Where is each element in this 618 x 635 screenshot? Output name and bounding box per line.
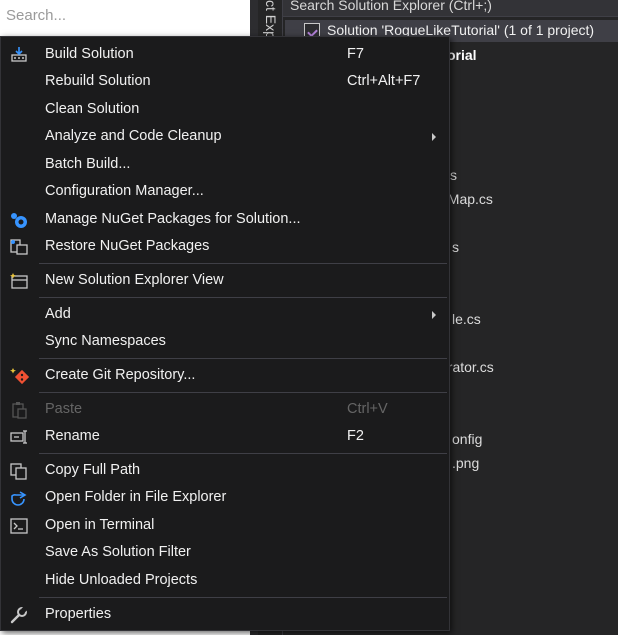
menu-separator	[39, 453, 447, 454]
menu-separator	[39, 597, 447, 598]
menu-item-label: Manage NuGet Packages for Solution...	[45, 211, 301, 227]
submenu-arrow-icon	[432, 133, 436, 141]
menu-item-clean-solution[interactable]: Clean Solution	[1, 96, 449, 123]
menu-item-create-git-repository[interactable]: Create Git Repository...	[1, 362, 449, 389]
tree-item[interactable]: s	[450, 167, 457, 183]
menu-item-open-in-terminal[interactable]: Open in Terminal	[1, 512, 449, 539]
menu-item-label: Rebuild Solution	[45, 73, 151, 89]
menu-item-label: Sync Namespaces	[45, 333, 166, 349]
menu-item-label: Open in Terminal	[45, 517, 155, 533]
menu-item-manage-nuget[interactable]: Manage NuGet Packages for Solution...	[1, 206, 449, 233]
menu-item-hide-unloaded-projects[interactable]: Hide Unloaded Projects	[1, 567, 449, 594]
menu-item-copy-full-path[interactable]: Copy Full Path	[1, 457, 449, 484]
tree-item[interactable]: le.cs	[452, 311, 481, 327]
search-placeholder: Search...	[6, 7, 67, 24]
menu-item-label: Configuration Manager...	[45, 183, 204, 199]
menu-item-rebuild-solution[interactable]: Rebuild Solution Ctrl+Alt+F7	[1, 68, 449, 95]
solution-explorer-search[interactable]: Search Solution Explorer (Ctrl+;)	[283, 0, 618, 17]
open-folder-icon	[9, 489, 29, 507]
tree-item-project[interactable]: orial	[447, 47, 477, 63]
nuget-icon	[9, 211, 29, 229]
tree-item[interactable]: .png	[452, 455, 479, 471]
menu-item-label: Paste	[45, 401, 83, 417]
menu-item-properties[interactable]: Properties	[1, 601, 449, 628]
menu-item-label: New Solution Explorer View	[45, 272, 224, 288]
menu-item-shortcut: Ctrl+V	[347, 401, 388, 417]
menu-item-label: Properties	[45, 606, 112, 622]
menu-item-batch-build[interactable]: Batch Build...	[1, 151, 449, 178]
context-menu: Build Solution F7 Rebuild Solution Ctrl+…	[0, 36, 450, 631]
menu-item-shortcut: Ctrl+Alt+F7	[347, 73, 421, 89]
menu-item-label: Hide Unloaded Projects	[45, 572, 198, 588]
menu-item-shortcut: F7	[347, 46, 364, 62]
submenu-arrow-icon	[432, 311, 436, 319]
menu-separator	[39, 297, 447, 298]
rename-icon	[9, 428, 29, 446]
menu-item-label: Batch Build...	[45, 156, 131, 172]
menu-item-label: Save As Solution Filter	[45, 544, 191, 560]
restore-packages-icon	[9, 238, 29, 256]
menu-item-label: Rename	[45, 428, 100, 444]
solution-explorer-search-label: Search Solution Explorer (Ctrl+;)	[290, 0, 492, 13]
menu-item-label: Create Git Repository...	[45, 367, 196, 383]
menu-item-label: Clean Solution	[45, 101, 140, 117]
menu-item-open-folder[interactable]: Open Folder in File Explorer	[1, 484, 449, 511]
git-icon	[9, 367, 30, 385]
new-view-icon	[9, 272, 29, 290]
menu-separator	[39, 358, 447, 359]
tree-item[interactable]: s	[452, 239, 459, 255]
menu-item-shortcut: F2	[347, 428, 364, 444]
menu-item-label: Open Folder in File Explorer	[45, 489, 227, 505]
copy-icon	[9, 462, 29, 480]
menu-item-configuration-manager[interactable]: Configuration Manager...	[1, 178, 449, 205]
menu-item-rename[interactable]: Rename F2	[1, 423, 449, 450]
menu-item-label: Build Solution	[45, 46, 134, 62]
terminal-icon	[9, 517, 29, 535]
menu-item-build-solution[interactable]: Build Solution F7	[1, 41, 449, 68]
menu-separator	[39, 263, 447, 264]
paste-icon	[9, 401, 29, 419]
menu-item-paste[interactable]: Paste Ctrl+V	[1, 396, 449, 423]
menu-item-new-solution-explorer-view[interactable]: New Solution Explorer View	[1, 267, 449, 294]
menu-item-analyze-code-cleanup[interactable]: Analyze and Code Cleanup	[1, 123, 449, 150]
tree-item[interactable]: onfig	[452, 431, 482, 447]
menu-item-label: Copy Full Path	[45, 462, 141, 478]
menu-item-save-as-solution-filter[interactable]: Save As Solution Filter	[1, 539, 449, 566]
menu-separator	[39, 392, 447, 393]
side-tab-label: ct Exp	[263, 0, 279, 39]
menu-item-restore-nuget[interactable]: Restore NuGet Packages	[1, 233, 449, 260]
menu-item-sync-namespaces[interactable]: Sync Namespaces	[1, 328, 449, 355]
search-input[interactable]: Search...	[0, 0, 250, 32]
menu-item-label: Analyze and Code Cleanup	[45, 128, 222, 144]
menu-item-label: Add	[45, 306, 71, 322]
build-icon	[9, 46, 29, 64]
wrench-icon	[9, 606, 29, 624]
menu-item-label: Restore NuGet Packages	[45, 238, 210, 254]
menu-item-add[interactable]: Add	[1, 301, 449, 328]
